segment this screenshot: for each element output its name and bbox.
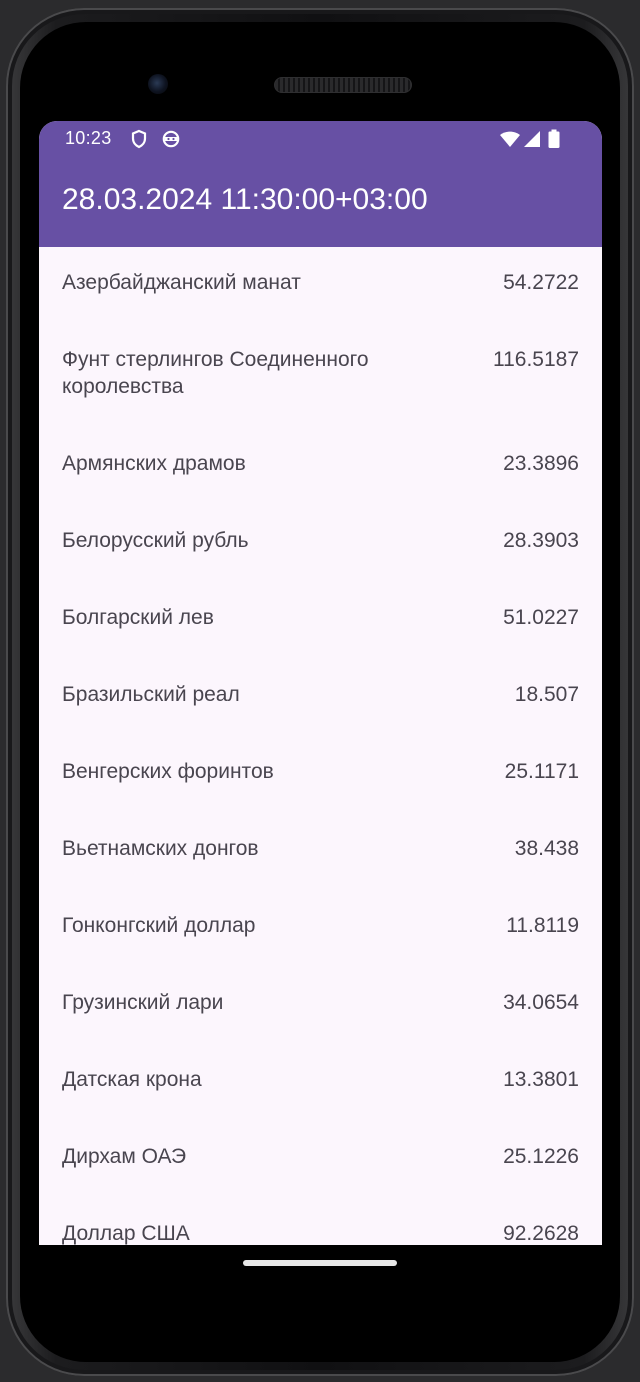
currency-rate: 54.2722 xyxy=(503,271,579,294)
cell-signal-icon xyxy=(524,131,540,147)
currency-rate: 25.1226 xyxy=(503,1145,579,1168)
list-item[interactable]: Белорусский рубль 28.3903 xyxy=(39,505,602,582)
currency-name: Белорусский рубль xyxy=(62,529,249,552)
currency-name: Вьетнамских донгов xyxy=(62,837,259,860)
list-item[interactable]: Вьетнамских донгов 38.438 xyxy=(39,813,602,890)
currency-rate: 34.0654 xyxy=(503,991,579,1014)
currency-name: Доллар США xyxy=(62,1222,190,1245)
currency-rate: 25.1171 xyxy=(504,760,579,783)
list-item[interactable]: Фунт стерлингов Соединенного королевства… xyxy=(39,324,602,428)
currency-rate: 51.0227 xyxy=(503,606,579,629)
wifi-icon xyxy=(500,131,520,147)
currency-rate: 11.8119 xyxy=(506,914,579,937)
front-camera xyxy=(148,74,168,94)
currency-name: Венгерских форинтов xyxy=(62,760,274,783)
currency-name: Армянских драмов xyxy=(62,452,246,475)
list-item[interactable]: Азербайджанский манат 54.2722 xyxy=(39,247,602,324)
currency-rate: 116.5187 xyxy=(492,348,579,371)
currency-name: Фунт стерлингов Соединенного королевства xyxy=(62,348,369,398)
currency-name: Гонконгский доллар xyxy=(62,914,256,937)
earpiece-speaker xyxy=(274,77,412,93)
currency-rate: 28.3903 xyxy=(503,529,579,552)
list-item[interactable]: Бразильский реал 18.507 xyxy=(39,659,602,736)
page-title: 28.03.2024 11:30:00+03:00 xyxy=(62,183,428,216)
list-item[interactable]: Датская крона 13.3801 xyxy=(39,1044,602,1121)
list-item[interactable]: Гонконгский доллар 11.8119 xyxy=(39,890,602,967)
currency-rate: 23.3896 xyxy=(503,452,579,475)
top-app-bar: 10:23 28.03.2024 11:30:00+03:00 xyxy=(39,121,602,247)
currency-name: Грузинский лари xyxy=(62,991,224,1014)
currency-name: Азербайджанский манат xyxy=(62,271,301,294)
home-gesture-handle[interactable] xyxy=(243,1260,397,1266)
currency-rate: 13.3801 xyxy=(503,1068,579,1091)
currency-rate: 38.438 xyxy=(514,837,579,860)
shield-icon xyxy=(131,129,147,149)
currency-rate: 92.2628 xyxy=(503,1222,579,1245)
list-item[interactable]: Грузинский лари 34.0654 xyxy=(39,967,602,1044)
currency-name: Датская крона xyxy=(62,1068,202,1091)
gesture-nav-bar xyxy=(39,1245,602,1295)
currency-name: Дирхам ОАЭ xyxy=(62,1145,187,1168)
list-item[interactable]: Армянских драмов 23.3896 xyxy=(39,428,602,505)
currency-list[interactable]: Азербайджанский манат 54.2722 Фунт стерл… xyxy=(39,247,602,1245)
currency-name: Бразильский реал xyxy=(62,683,240,706)
list-item[interactable]: Болгарский лев 51.0227 xyxy=(39,582,602,659)
currency-rate: 18.507 xyxy=(514,683,579,706)
battery-icon xyxy=(548,129,560,148)
list-item[interactable]: Дирхам ОАЭ 25.1226 xyxy=(39,1121,602,1198)
app-screen: 10:23 28.03.2024 11:30:00+03:00 Азербайд… xyxy=(39,121,602,1245)
status-bar: 10:23 xyxy=(39,121,602,157)
status-time: 10:23 xyxy=(65,128,112,148)
list-item[interactable]: Венгерских форинтов 25.1171 xyxy=(39,736,602,813)
list-item[interactable]: Доллар США 92.2628 xyxy=(39,1198,602,1245)
currency-name: Болгарский лев xyxy=(62,606,214,629)
android-face-icon xyxy=(162,130,180,148)
